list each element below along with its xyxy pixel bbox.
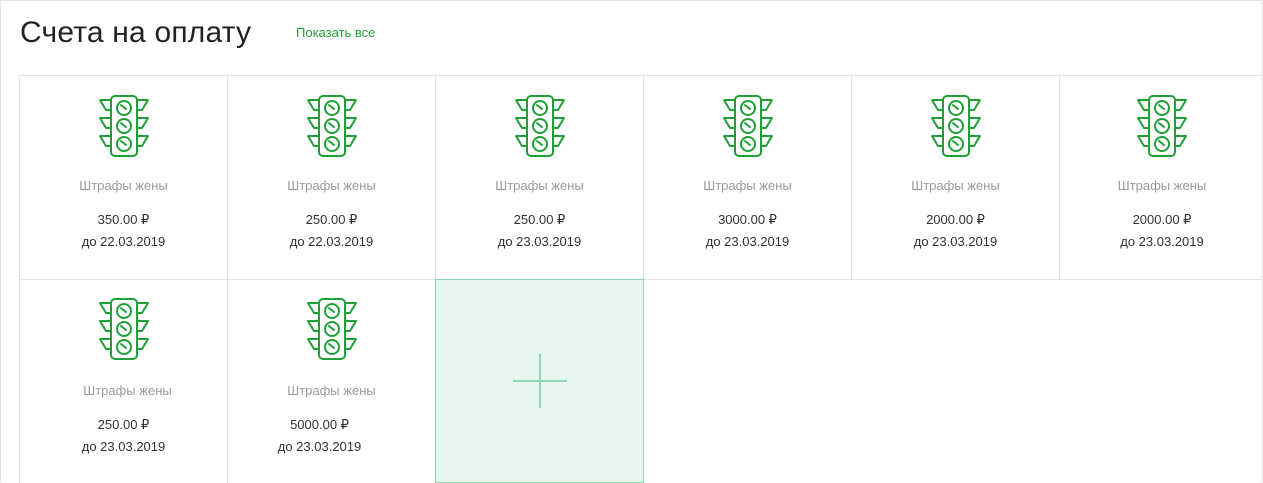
traffic-light-icon [306, 298, 357, 360]
invoice-name: Штрафы жены [1117, 178, 1207, 193]
invoice-due-date: до 23.03.2019 [1120, 234, 1204, 249]
traffic-light-icon [98, 298, 149, 360]
invoice-name: Штрафы жены [287, 178, 376, 193]
traffic-light-icon [306, 95, 357, 157]
traffic-light-icon [930, 95, 981, 157]
invoice-due-date: до 22.03.2019 [289, 234, 374, 249]
traffic-light-icon [98, 95, 149, 157]
invoice-amount: 5000.00 ₽ [290, 417, 349, 432]
invoice-name: Штрафы жены [83, 383, 172, 398]
invoice-amount: 250.00 ₽ [97, 417, 150, 432]
add-invoice-button[interactable] [435, 279, 644, 483]
invoice-card[interactable]: Штрафы жены 2000.00 ₽ до 23.03.2019 [1059, 75, 1263, 279]
invoice-amount: 2000.00 ₽ [1132, 212, 1192, 227]
invoice-amount: 250.00 ₽ [305, 212, 358, 227]
invoice-name: Штрафы жены [703, 178, 792, 193]
invoice-grid: Штрафы жены 350.00 ₽ до 22.03.2019 Штраф… [19, 75, 1263, 483]
invoice-name: Штрафы жены [79, 178, 168, 193]
invoice-due-date: до 23.03.2019 [705, 234, 790, 249]
traffic-light-icon [722, 95, 773, 157]
invoice-card[interactable]: Штрафы жены 250.00 ₽ до 23.03.2019 [19, 279, 227, 483]
invoice-name: Штрафы жены [495, 178, 584, 193]
invoice-name: Штрафы жены [287, 383, 376, 398]
page-title: Счета на оплату [20, 16, 252, 49]
show-all-link[interactable]: Показать все [296, 25, 375, 41]
invoice-due-date: до 23.03.2019 [277, 439, 362, 454]
invoice-card[interactable]: Штрафы жены 2000.00 ₽ до 23.03.2019 [851, 75, 1059, 279]
invoice-amount: 250.00 ₽ [513, 212, 566, 227]
invoice-due-date: до 23.03.2019 [913, 234, 998, 249]
invoice-card[interactable]: Штрафы жены 350.00 ₽ до 22.03.2019 [19, 75, 227, 279]
invoice-due-date: до 23.03.2019 [81, 439, 166, 454]
invoice-card[interactable]: Штрафы жены 250.00 ₽ до 23.03.2019 [435, 75, 643, 279]
invoice-card[interactable]: Штрафы жены 5000.00 ₽ до 23.03.2019 [227, 279, 435, 483]
invoice-name: Штрафы жены [911, 178, 1000, 193]
plus-icon [512, 354, 567, 408]
invoice-amount: 3000.00 ₽ [718, 212, 777, 227]
traffic-light-icon [1137, 95, 1187, 157]
invoice-card[interactable]: Штрафы жены 250.00 ₽ до 22.03.2019 [227, 75, 435, 279]
invoice-card[interactable]: Штрафы жены 3000.00 ₽ до 23.03.2019 [643, 75, 851, 279]
invoice-due-date: до 23.03.2019 [497, 234, 582, 249]
invoice-due-date: до 22.03.2019 [81, 234, 166, 249]
traffic-light-icon [514, 95, 565, 157]
invoices-panel: Счета на оплату Показать все Штрафы жены… [0, 0, 1263, 483]
invoice-amount: 2000.00 ₽ [926, 212, 985, 227]
invoice-amount: 350.00 ₽ [97, 212, 150, 227]
